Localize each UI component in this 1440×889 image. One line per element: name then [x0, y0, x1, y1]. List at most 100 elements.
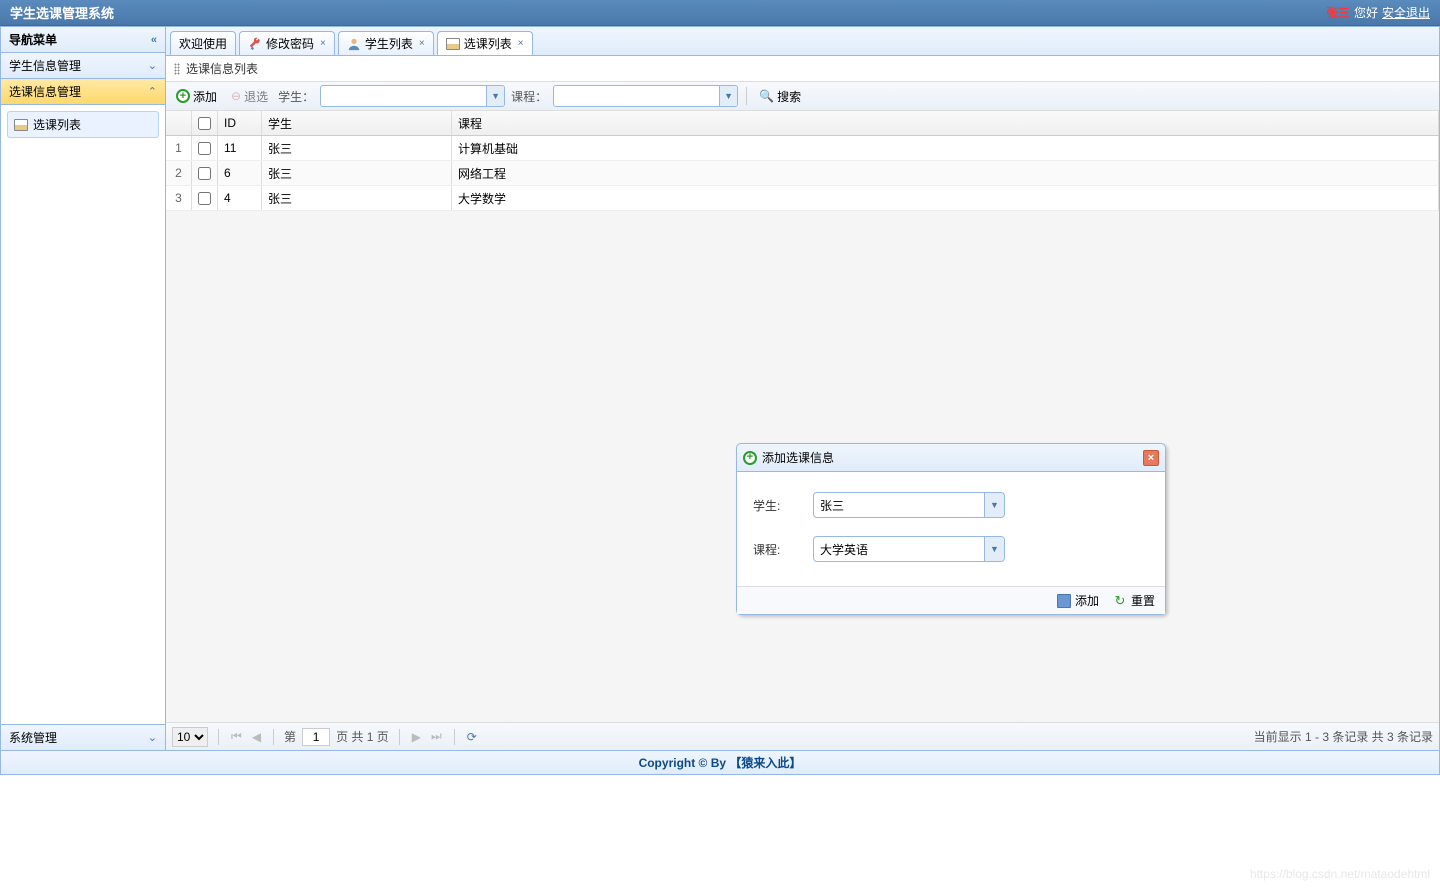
row-checkbox[interactable] — [198, 192, 211, 205]
dialog-add-button[interactable]: 添加 — [1057, 592, 1099, 609]
chevron-down-icon[interactable]: ▼ — [486, 86, 504, 106]
form-row-student: 学生: ▼ — [753, 492, 1149, 518]
student-filter-input[interactable] — [321, 86, 486, 106]
footer: Copyright © By 【猿来入此】 — [0, 751, 1440, 775]
accordion-content: 选课列表 — [1, 105, 165, 724]
course-label: 课程: — [753, 541, 813, 558]
close-icon[interactable]: × — [419, 38, 425, 49]
book-icon — [14, 119, 28, 131]
course-filter-label: 课程： — [511, 88, 547, 105]
nav-item-label: 选课列表 — [33, 116, 81, 133]
reset-icon: ↻ — [1113, 594, 1127, 608]
tab-label: 修改密码 — [266, 35, 314, 52]
tab-student-list[interactable]: 学生列表 × — [338, 31, 434, 55]
wrench-icon — [248, 37, 262, 51]
dialog-title: 添加选课信息 — [762, 449, 834, 466]
main-layout: 导航菜单 « 学生信息管理 ⌄ 选课信息管理 ⌃ 选课列表 系统管理 ⌄ 欢迎使… — [0, 26, 1440, 751]
save-icon — [1057, 594, 1071, 608]
book-icon — [446, 38, 460, 50]
cell-id: 6 — [218, 161, 262, 185]
chevron-down-icon[interactable]: ▼ — [984, 537, 1004, 561]
accordion-course-selection[interactable]: 选课信息管理 ⌃ — [1, 79, 165, 105]
page-size-select[interactable]: 10 — [172, 727, 208, 747]
collapse-icon[interactable]: « — [151, 34, 157, 46]
student-filter-label: 学生： — [278, 88, 314, 105]
close-icon[interactable]: × — [320, 38, 326, 49]
course-combo[interactable]: ▼ — [813, 536, 1005, 562]
first-page-icon[interactable]: ⏮ — [229, 729, 244, 744]
accordion-system[interactable]: 系统管理 ⌄ — [1, 724, 165, 750]
chevron-down-icon[interactable]: ▼ — [719, 86, 737, 106]
row-check[interactable] — [192, 161, 218, 185]
add-button[interactable]: 添加 — [172, 86, 221, 107]
greeting-text: 您好 — [1354, 4, 1378, 21]
cell-course: 网络工程 — [452, 161, 1439, 185]
last-page-icon[interactable]: ⏭ — [429, 729, 444, 744]
pager-info: 当前显示 1 - 3 条记录 共 3 条记录 — [1254, 728, 1433, 745]
chevron-down-icon[interactable]: ▼ — [984, 493, 1004, 517]
row-check[interactable] — [192, 186, 218, 210]
table-row[interactable]: 3 4 张三 大学数学 — [166, 186, 1439, 211]
col-course-header[interactable]: 课程 — [452, 111, 1439, 135]
app-title: 学生选课管理系统 — [10, 3, 114, 22]
drag-handle-icon — [174, 63, 180, 75]
accordion-label: 学生信息管理 — [9, 57, 81, 74]
student-label: 学生: — [753, 497, 813, 514]
student-combo[interactable]: ▼ — [813, 492, 1005, 518]
nav-course-list[interactable]: 选课列表 — [7, 111, 159, 138]
row-checkbox[interactable] — [198, 167, 211, 180]
grid-body: 1 11 张三 计算机基础 2 6 张三 网络工程 3 4 张三 大学数学 — [166, 136, 1439, 722]
dialog-body: 学生: ▼ 课程: ▼ — [737, 472, 1165, 586]
course-filter-combo[interactable]: ▼ — [553, 85, 738, 107]
separator — [273, 729, 274, 745]
tab-label: 选课列表 — [464, 35, 512, 52]
table-row[interactable]: 1 11 张三 计算机基础 — [166, 136, 1439, 161]
toolbar: 添加 ⊖ 退选 学生： ▼ 课程： ▼ 🔍 搜索 — [166, 82, 1439, 111]
check-all[interactable] — [198, 117, 211, 130]
col-id-header[interactable]: ID — [218, 111, 262, 135]
prev-page-icon[interactable]: ◀ — [250, 730, 263, 744]
next-page-icon[interactable]: ▶ — [410, 730, 423, 744]
row-num: 3 — [166, 186, 192, 210]
col-student-header[interactable]: 学生 — [262, 111, 452, 135]
user-icon — [347, 37, 361, 51]
close-icon[interactable]: × — [1143, 450, 1159, 466]
accordion-student-info[interactable]: 学生信息管理 ⌄ — [1, 53, 165, 79]
tab-label: 欢迎使用 — [179, 35, 227, 52]
tab-course-list[interactable]: 选课列表 × — [437, 31, 533, 55]
plus-icon — [743, 451, 757, 465]
add-btn-label: 添加 — [1075, 592, 1099, 609]
student-filter-combo[interactable]: ▼ — [320, 85, 505, 107]
plus-icon — [176, 89, 190, 103]
tab-label: 学生列表 — [365, 35, 413, 52]
row-check[interactable] — [192, 136, 218, 160]
col-check-header[interactable] — [192, 111, 218, 135]
page-input[interactable] — [302, 728, 330, 746]
search-button[interactable]: 🔍 搜索 — [755, 86, 805, 107]
course-input[interactable] — [814, 537, 984, 561]
student-input[interactable] — [814, 493, 984, 517]
form-row-course: 课程: ▼ — [753, 536, 1149, 562]
accordion-label: 系统管理 — [9, 729, 57, 746]
dialog-header[interactable]: 添加选课信息 × — [737, 444, 1165, 472]
dialog-reset-button[interactable]: ↻ 重置 — [1113, 592, 1155, 609]
watermark: https://blog.csdn.net/mataodehtml — [1250, 867, 1430, 881]
cell-id: 4 — [218, 186, 262, 210]
collapse-up-icon: ⌃ — [148, 85, 157, 98]
table-row[interactable]: 2 6 张三 网络工程 — [166, 161, 1439, 186]
tab-change-password[interactable]: 修改密码 × — [239, 31, 335, 55]
refresh-icon[interactable]: ⟳ — [465, 730, 479, 744]
pager: 10 ⏮ ◀ 第 页 共 1 页 ▶ ⏭ ⟳ 当前显示 1 - 3 条记录 共 … — [166, 722, 1439, 750]
dialog-footer: 添加 ↻ 重置 — [737, 586, 1165, 614]
page-suffix: 页 共 1 页 — [336, 728, 389, 745]
course-filter-input[interactable] — [554, 86, 719, 106]
close-icon[interactable]: × — [518, 38, 524, 49]
tab-welcome[interactable]: 欢迎使用 — [170, 31, 236, 55]
remove-button[interactable]: ⊖ 退选 — [227, 86, 272, 107]
logout-link[interactable]: 安全退出 — [1382, 4, 1430, 21]
sidebar-header[interactable]: 导航菜单 « — [1, 27, 165, 53]
row-checkbox[interactable] — [198, 142, 211, 155]
remove-icon: ⊖ — [231, 89, 241, 103]
add-course-dialog: 添加选课信息 × 学生: ▼ 课程: — [736, 443, 1166, 615]
content-area: 欢迎使用 修改密码 × 学生列表 × 选课列表 × 选课信息列表 — [166, 27, 1439, 750]
